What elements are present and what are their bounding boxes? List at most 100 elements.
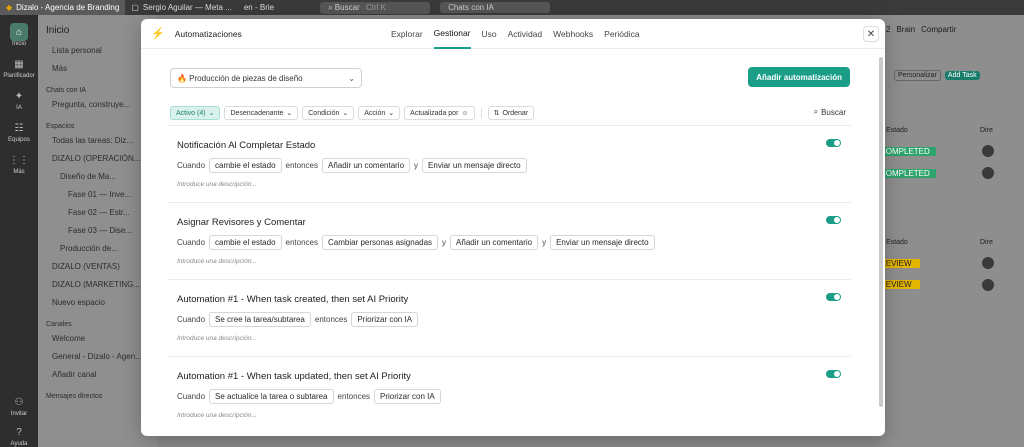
modal-scrollbar[interactable] <box>879 57 883 407</box>
sidebar-item[interactable]: DIZALO (OPERACIÓN... <box>52 154 150 163</box>
sort-button[interactable]: ⇅ Ordenar <box>487 106 535 120</box>
add-automation-button[interactable]: Añadir automatización <box>748 67 850 87</box>
customize-button[interactable]: Personalizar <box>894 70 941 81</box>
rule-toggle[interactable] <box>826 293 841 301</box>
sidebar-item[interactable]: Más <box>52 64 150 73</box>
rule-title: Automation #1 - When task updated, then … <box>177 371 411 382</box>
tab-usage[interactable]: Uso <box>482 19 497 49</box>
list-toolbar: 2 Brain Compartir <box>880 15 1024 44</box>
tab-activity[interactable]: Actividad <box>508 19 543 49</box>
rule-toggle[interactable] <box>826 216 841 224</box>
rule-toggle[interactable] <box>826 370 841 378</box>
rule-action[interactable]: Añadir un comentario <box>321 158 411 173</box>
rule-join-label: y <box>442 238 447 247</box>
sidebar-item[interactable]: Fase 01 — Inve... <box>68 190 150 199</box>
rule-trigger[interactable]: Se actualice la tarea o subtarea <box>209 389 334 404</box>
sidebar-item[interactable]: Diseño de Ma... <box>60 172 150 181</box>
modal-header: ⚡ Automatizaciones Explorar Gestionar Us… <box>141 19 885 49</box>
automations-modal: ⚡ Automatizaciones Explorar Gestionar Us… <box>141 19 885 436</box>
rule-trigger[interactable]: Se cree la tarea/subtarea <box>209 312 311 327</box>
automation-rule[interactable]: Automation #1 - When task updated, then … <box>168 357 851 434</box>
sidebar-item[interactable]: Fase 02 — Estr... <box>68 208 150 217</box>
sidebar-item[interactable]: Pregunta, construye... <box>52 100 150 109</box>
status-badge[interactable]: COMPLETED <box>880 169 936 178</box>
sidebar-item[interactable]: DIZALO (MARKETING... <box>52 280 150 289</box>
sidebar-item[interactable]: Lista personal <box>52 46 150 55</box>
sidebar-item[interactable]: Welcome <box>52 334 150 343</box>
status-badge[interactable]: REVIEW <box>880 259 920 268</box>
automation-rule[interactable]: Notificación Al Completar Estado Cuando … <box>168 126 851 203</box>
sidebar-item[interactable]: Producción de... <box>60 244 150 253</box>
column-header-status: Estado <box>886 127 908 134</box>
sidebar-section: Espacios <box>46 123 75 130</box>
rail-item-more[interactable]: ⋮⋮ Más <box>0 151 38 176</box>
rule-action[interactable]: Cambiar personas asignadas <box>321 235 439 250</box>
status-badge[interactable]: REVIEW <box>880 280 920 289</box>
rule-action[interactable]: Añadir un comentario <box>450 235 539 250</box>
rule-description-input[interactable]: Introduce una descripción... <box>177 335 257 342</box>
brain-button[interactable]: Brain <box>896 25 915 34</box>
rule-action[interactable]: Priorizar con IA <box>351 312 419 327</box>
rule-trigger[interactable]: cambie el estado <box>209 158 282 173</box>
rail-item-ai[interactable]: ✦ IA <box>0 87 38 112</box>
rule-flow: Cuando cambie el estado entonces Añadir … <box>177 158 527 173</box>
filter-action[interactable]: Acción ⌄ <box>358 106 401 120</box>
list-select-value: 🔥 Producción de piezas de diseño <box>177 73 303 83</box>
rule-then-label: entonces <box>285 238 318 247</box>
rule-action[interactable]: Enviar un mensaje directo <box>550 235 655 250</box>
rule-description-input[interactable]: Introduce una descripción... <box>177 181 257 188</box>
search-icon: ⌕ <box>813 107 819 116</box>
browser-tab[interactable]: ▢ Sergio Aguilar — Meta ... <box>125 0 238 15</box>
add-task-button[interactable]: Add Task <box>944 71 980 80</box>
rule-description-input[interactable]: Introduce una descripción... <box>177 412 257 419</box>
filter-active[interactable]: Activo (4) ⌄ <box>170 106 221 120</box>
filter-divider <box>480 108 482 118</box>
browser-tab[interactable]: ◆ Dizalo - Agencia de Branding <box>0 0 126 15</box>
ai-chat-button[interactable]: Chats con IA <box>440 2 551 13</box>
tab-periodic[interactable]: Periódica <box>604 19 639 49</box>
user-icon: ☺ <box>461 109 469 117</box>
sidebar-item[interactable]: Nuevo espacio <box>52 298 150 307</box>
status-badge[interactable]: COMPLETED <box>880 147 936 156</box>
rule-action[interactable]: Enviar un mensaje directo <box>422 158 527 173</box>
tab-explore[interactable]: Explorar <box>391 19 423 49</box>
rail-item-help[interactable]: ? Ayuda <box>0 423 38 447</box>
automation-rule[interactable]: Asignar Revisores y Comentar Cuando camb… <box>168 203 851 280</box>
rail-item-invite[interactable]: ⚇ Invitar <box>0 393 38 418</box>
sidebar-item[interactable]: DIZALO (VENTAS) <box>52 262 150 271</box>
sidebar-item[interactable]: Todas las tareas: Diz... <box>52 136 150 145</box>
rail-item-planner[interactable]: ▦ Planificador <box>0 55 38 80</box>
avatar <box>982 167 994 179</box>
rule-description-input[interactable]: Introduce una descripción... <box>177 258 257 265</box>
rule-join-label: y <box>414 161 419 170</box>
sidebar-item[interactable]: General - Dizalo - Agen... <box>52 352 150 361</box>
rule-when-label: Cuando <box>177 238 206 247</box>
rule-action[interactable]: Priorizar con IA <box>374 389 441 404</box>
close-icon: ✕ <box>866 28 876 40</box>
notification-count[interactable]: 2 <box>886 25 890 34</box>
sidebar-item[interactable]: Añadir canal <box>52 370 150 379</box>
tab-manage[interactable]: Gestionar <box>433 19 471 49</box>
filter-trigger[interactable]: Desencadenante ⌄ <box>224 106 299 120</box>
list-view-background: 2 Brain Compartir Personalizar Add Task … <box>880 15 1024 447</box>
grid-icon: ⋮⋮ <box>9 154 29 166</box>
automation-rule[interactable]: Automation #1 - When task created, then … <box>168 280 851 357</box>
close-button[interactable]: ✕ <box>863 26 879 42</box>
tab-webhooks[interactable]: Webhooks <box>553 19 593 49</box>
rail-item-home[interactable]: ⌂ Inicio <box>0 23 38 47</box>
chevron-down-icon: ⌄ <box>342 110 349 117</box>
rule-trigger[interactable]: cambie el estado <box>209 235 282 250</box>
share-button[interactable]: Compartir <box>921 25 956 34</box>
rule-title: Notificación Al Completar Estado <box>177 140 316 151</box>
global-search-input[interactable]: ⌕ Buscar Ctrl K <box>320 1 431 14</box>
rule-toggle[interactable] <box>826 139 841 147</box>
browser-tab[interactable]: en - Brie <box>238 0 280 15</box>
filter-updated-by[interactable]: Actualizada por ☺ <box>404 106 475 120</box>
filter-condition[interactable]: Condición ⌄ <box>302 106 355 120</box>
rail-item-teams[interactable]: ☷ Equipos <box>0 119 38 144</box>
sidebar: Inicio Lista personal Más Chats con IA P… <box>38 15 158 447</box>
sidebar-item[interactable]: Fase 03 — Dise... <box>68 226 150 235</box>
list-select[interactable]: 🔥 Producción de piezas de diseño ⌄ <box>170 68 362 88</box>
column-header-owner: Dire <box>980 127 993 134</box>
search-button[interactable]: ⌕ Buscar <box>814 105 846 119</box>
